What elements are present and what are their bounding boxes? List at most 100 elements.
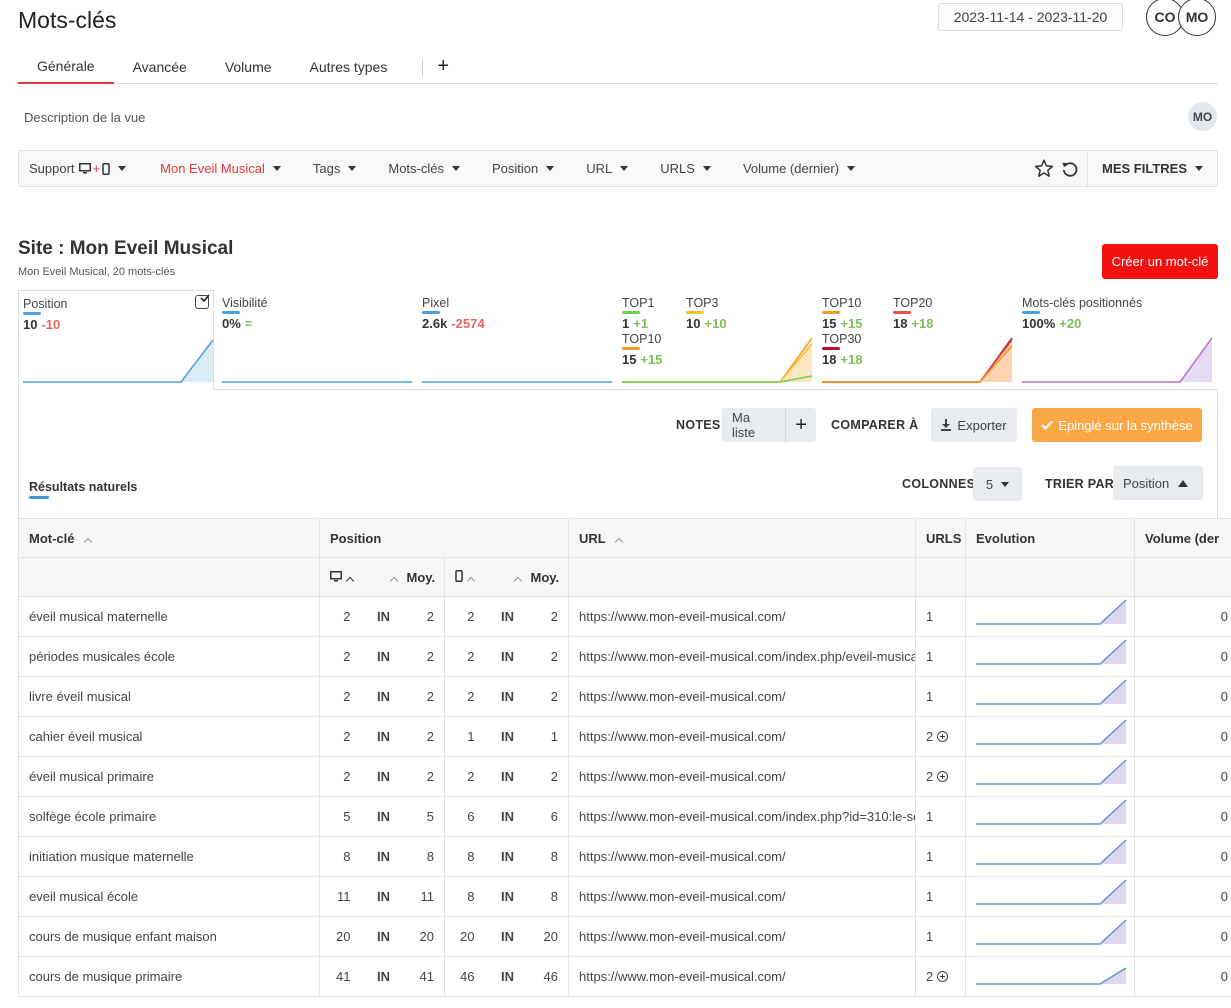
table-header-row: Mot-clé Position URL URLS Evolution Volu…	[18, 518, 1231, 558]
volume-cell: 0	[1134, 876, 1231, 917]
urls-cell[interactable]: 2	[915, 956, 966, 997]
url-cell[interactable]: https://www.mon-eveil-musical.com/	[568, 676, 916, 717]
kpi-legend-line	[822, 311, 840, 314]
my-filters-button[interactable]: MES FILTRES	[1087, 151, 1217, 186]
col-keyword-header[interactable]: Mot-clé	[18, 518, 320, 558]
date-range-picker[interactable]: 2023-11-14 - 2023-11-20	[938, 3, 1123, 31]
tab-generale[interactable]: Générale	[18, 50, 114, 84]
keyword-cell[interactable]: éveil musical maternelle	[18, 596, 320, 637]
star-icon[interactable]	[1031, 156, 1057, 182]
chevron-down-icon	[348, 166, 357, 171]
subheader-mobile[interactable]	[444, 557, 485, 597]
subheader-mobile-avg[interactable]: Moy.	[530, 557, 569, 597]
url-cell[interactable]: https://www.mon-eveil-musical.com/	[568, 876, 916, 917]
evolution-sparkline	[976, 678, 1127, 705]
subheader-desktop-avg[interactable]: Moy.	[406, 557, 445, 597]
keyword-cell[interactable]: cours de musique primaire	[18, 956, 320, 997]
filter-volume[interactable]: Volume (dernier)	[721, 161, 865, 176]
keyword-cell[interactable]: initiation musique maternelle	[18, 836, 320, 877]
url-cell[interactable]: https://www.mon-eveil-musical.com/index.…	[568, 796, 916, 837]
kpi-delta: +1	[633, 316, 649, 331]
pinned-button[interactable]: Epinglé sur la synthèse	[1032, 408, 1202, 442]
user-badge[interactable]: MO	[1188, 102, 1217, 131]
col-position-header[interactable]: Position	[319, 518, 569, 558]
url-cell[interactable]: https://www.mon-eveil-musical.com/	[568, 916, 916, 957]
tab-avancee[interactable]: Avancée	[114, 50, 206, 83]
keyword-cell[interactable]: cours de musique enfant maison	[18, 916, 320, 957]
subheader-mobile-sort[interactable]	[484, 557, 531, 597]
reset-icon[interactable]	[1057, 156, 1083, 182]
kpi-legend-line	[1022, 311, 1040, 314]
url-cell[interactable]: https://www.mon-eveil-musical.com/	[568, 756, 916, 797]
filter-support[interactable]: Support +	[19, 161, 136, 176]
kpi-value: 100% +20	[1022, 316, 1158, 331]
table-row[interactable]: cahier éveil musical 2 IN 2 1 IN 1 https://www.…	[18, 716, 1231, 757]
avatar-mo[interactable]: MO	[1178, 0, 1216, 36]
url-cell[interactable]: https://www.mon-eveil-musical.com/index.…	[568, 636, 916, 677]
table-row[interactable]: cours de musique enfant maison 20 IN 20 20 IN…	[18, 916, 1231, 957]
keyword-cell[interactable]: livre éveil musical	[18, 676, 320, 717]
keyword-cell[interactable]: éveil musical primaire	[18, 756, 320, 797]
kpi-position-group: Position 10 -10	[23, 296, 83, 332]
create-keyword-button[interactable]: Créer un mot-clé	[1102, 244, 1218, 279]
url-cell[interactable]: https://www.mon-eveil-musical.com/	[568, 596, 916, 637]
add-list-button[interactable]: +	[785, 408, 816, 442]
filter-keywords[interactable]: Mots-clés	[366, 161, 470, 176]
subheader-url	[568, 557, 916, 597]
col-volume-header[interactable]: Volume (der	[1134, 518, 1231, 558]
evolution-cell	[965, 756, 1135, 797]
keyword-cell[interactable]: eveil musical école	[18, 876, 320, 917]
add-tab-button[interactable]: +	[433, 50, 453, 83]
urls-cell[interactable]: 2	[915, 756, 966, 797]
table-row[interactable]: éveil musical primaire 2 IN 2 2 IN 2 https://ww…	[18, 756, 1231, 797]
site-title: Site : Mon Eveil Musical	[18, 238, 234, 259]
table-row[interactable]: cours de musique primaire 41 IN 41 46 IN 46 htt…	[18, 956, 1231, 997]
subheader-desktop-sort[interactable]	[360, 557, 407, 597]
filter-site[interactable]: Mon Eveil Musical	[136, 161, 291, 176]
export-button[interactable]: Exporter	[931, 408, 1017, 442]
kpi-visibility[interactable]: Visibilité 0% =	[218, 290, 414, 390]
tab-autres-types[interactable]: Autres types	[291, 50, 407, 83]
url-cell[interactable]: https://www.mon-eveil-musical.com/	[568, 716, 916, 757]
filter-position[interactable]: Position	[470, 161, 564, 176]
filter-tags[interactable]: Tags	[291, 161, 366, 176]
tab-organic-results[interactable]: Résultats naturels	[29, 480, 137, 494]
filter-urls[interactable]: URLS	[638, 161, 721, 176]
desktop-average: 2	[406, 716, 445, 757]
col-url-header[interactable]: URL	[568, 518, 916, 558]
expand-urls-icon[interactable]	[937, 771, 949, 782]
col-evolution-header[interactable]: Evolution	[965, 518, 1135, 558]
url-cell[interactable]: https://www.mon-eveil-musical.com/	[568, 836, 916, 877]
subheader-desktop[interactable]	[319, 557, 361, 597]
compare-label[interactable]: COMPARER À	[831, 418, 919, 432]
table-row[interactable]: initiation musique maternelle 8 IN 8 8 IN 8 htt…	[18, 836, 1231, 877]
kpi-top1-3-10[interactable]: TOP1 1 +1 TOP3 10 +10 TOP10 15 +15	[618, 290, 814, 390]
table-row[interactable]: eveil musical école 11 IN 11 8 IN 8 https://www…	[18, 876, 1231, 917]
kpi-position[interactable]: Position 10 -10	[18, 290, 214, 390]
filter-tags-label: Tags	[312, 161, 341, 176]
my-list-selector[interactable]: Ma liste +	[722, 408, 816, 442]
keyword-cell[interactable]: périodes musicales école	[18, 636, 320, 677]
kpi-sparkline	[422, 381, 612, 383]
table-row[interactable]: livre éveil musical 2 IN 2 2 IN 2 https://www.m…	[18, 676, 1231, 717]
keyword-cell[interactable]: solfège école primaire	[18, 796, 320, 837]
col-urls-header[interactable]: URLS	[915, 518, 966, 558]
kpi-pixel[interactable]: Pixel 2.6k -2574	[418, 290, 614, 390]
filter-url[interactable]: URL	[564, 161, 638, 176]
urls-cell[interactable]: 2	[915, 716, 966, 757]
checkbox-checked-icon[interactable]	[195, 294, 210, 309]
url-cell[interactable]: https://www.mon-eveil-musical.com/	[568, 956, 916, 997]
tab-volume[interactable]: Volume	[206, 50, 291, 83]
kpi-top10-20-30[interactable]: TOP10 15 +15 TOP20 18 +18 TOP30 18 +18	[818, 290, 1014, 390]
columns-selector[interactable]: 5	[973, 467, 1022, 501]
expand-urls-icon[interactable]	[937, 971, 949, 982]
keyword-cell[interactable]: cahier éveil musical	[18, 716, 320, 757]
table-row[interactable]: périodes musicales école 2 IN 2 2 IN 2 https://…	[18, 636, 1231, 677]
sort-selector[interactable]: Position	[1113, 466, 1203, 500]
volume-cell: 0	[1134, 956, 1231, 997]
table-row[interactable]: solfège école primaire 5 IN 5 6 IN 6 https://ww…	[18, 796, 1231, 837]
table-row[interactable]: éveil musical maternelle 2 IN 2 2 IN 2 https://…	[18, 596, 1231, 637]
expand-urls-icon[interactable]	[937, 731, 949, 742]
view-description[interactable]: Description de la vue	[24, 110, 145, 125]
kpi-positioned[interactable]: Mots-clés positionnés 100% +20	[1018, 290, 1218, 390]
